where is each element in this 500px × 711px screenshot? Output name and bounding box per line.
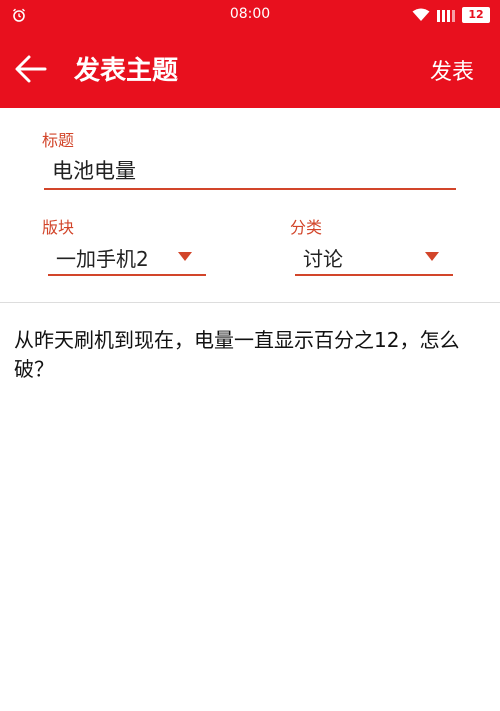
back-arrow-icon[interactable]: [14, 54, 48, 84]
section-label: 版块: [42, 218, 75, 237]
publish-button[interactable]: 发表: [430, 54, 474, 86]
status-bar: 08:00 12: [0, 0, 500, 30]
dropdown-arrow-icon: [178, 252, 192, 261]
content-body[interactable]: 从昨天刷机到现在，电量一直显示百分之12，怎么破？: [14, 326, 490, 384]
category-select[interactable]: 讨论: [295, 238, 453, 276]
title-label: 标题: [42, 131, 75, 150]
battery-icon: 12: [462, 7, 490, 23]
wifi-icon: [412, 8, 430, 21]
app-bar: 08:00 12 发表主题 发表: [0, 0, 500, 108]
section-select-value: 一加手机2: [56, 247, 149, 271]
category-label: 分类: [290, 218, 323, 237]
title-input[interactable]: [44, 152, 456, 190]
page-title: 发表主题: [74, 56, 179, 86]
divider: [0, 302, 500, 303]
section-select[interactable]: 一加手机2: [48, 238, 206, 276]
category-select-value: 讨论: [303, 247, 343, 271]
toolbar: 发表主题 发表: [0, 30, 500, 108]
signal-icon: [437, 10, 455, 22]
dropdown-arrow-icon: [425, 252, 439, 261]
